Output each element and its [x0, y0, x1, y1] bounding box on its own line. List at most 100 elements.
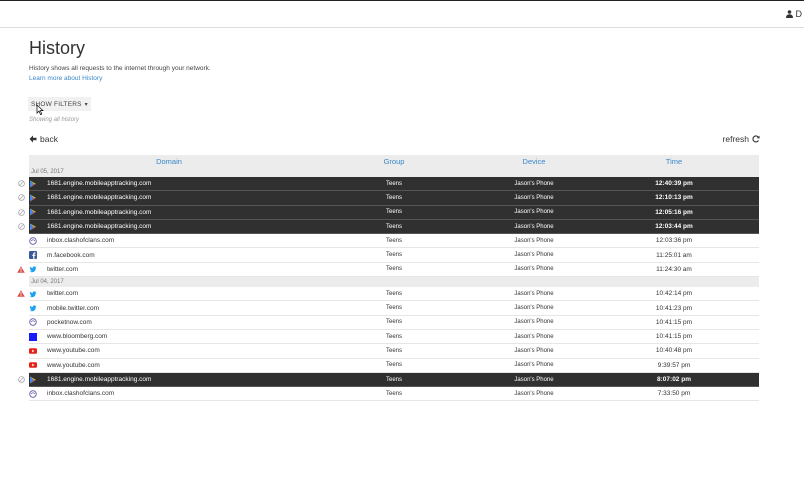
cell-time: 12:10:13 pm — [655, 194, 693, 202]
cell-domain: www.bloomberg.com — [29, 332, 309, 341]
table-row[interactable]: twitter.com Teens Jason's Phone 10:42:14 pm — [17, 287, 759, 302]
cell-time: 10:41:15 pm — [655, 333, 693, 341]
cell-time: 8:07:02 pm — [657, 376, 691, 383]
table-row[interactable]: 1681.engine.mobileapptracking.com Teens Ja… — [17, 191, 759, 206]
play-store-icon — [29, 194, 37, 202]
date-group-header: Jul 05, 2017 — [29, 167, 759, 177]
date-group-header: Jul 04, 2017 — [29, 277, 759, 288]
cell-device: Jason's Phone — [514, 252, 554, 259]
table-row[interactable]: 1681.engine.mobileapptracking.com Teens Ja… — [17, 372, 759, 388]
cell-time: 10:42:14 pm — [655, 290, 693, 298]
cell-time: 11:25:01 am — [656, 251, 692, 259]
cell-domain: 1681.engine.mobileapptracking.com — [29, 180, 309, 188]
cell-group: Teens — [385, 237, 402, 244]
cell-domain: www.youtube.com — [29, 347, 309, 355]
filter-status: Showing all history — [29, 117, 80, 123]
table-row[interactable]: www.youtube.com Teens Jason's Phone 9:39:57… — [29, 359, 759, 373]
table-row[interactable]: www.bloomberg.com Teens Jason's Phone 10:41… — [29, 330, 759, 345]
youtube-icon — [29, 361, 37, 369]
domain-text: twitter.com — [47, 290, 79, 298]
warning-icon — [17, 265, 25, 273]
table-row[interactable]: m.facebook.com Teens Jason's Phone 11:25:01… — [29, 248, 759, 263]
cell-time: 7:33:50 pm — [657, 390, 691, 398]
globe-icon — [29, 318, 37, 327]
domain-text: 1681.engine.mobileapptracking.com — [47, 376, 152, 383]
cell-group: Teens — [385, 290, 402, 297]
cell-group: Teens — [385, 333, 402, 340]
table-row[interactable]: www.youtube.com Teens Jason's Phone 10:40:4… — [29, 344, 759, 359]
cell-device: Jason's Phone — [514, 362, 554, 369]
refresh-label: refresh — [722, 134, 749, 144]
cell-time: 12:03:44 pm — [655, 223, 693, 231]
clash-icon — [29, 237, 37, 245]
cell-group: Teens — [385, 390, 402, 397]
domain-text: twitter.com — [47, 265, 79, 273]
back-link[interactable]: back — [29, 134, 58, 144]
column-header-device[interactable]: Device — [479, 157, 589, 166]
page-description: History shows all requests to the intern… — [29, 65, 211, 72]
cell-device: Jason's Phone — [514, 290, 554, 297]
cell-time: 12:03:36 pm — [655, 237, 693, 245]
domain-text: m.facebook.com — [47, 251, 95, 259]
domain-text: 1681.engine.mobileapptracking.com — [47, 180, 152, 188]
caret-down-icon: ▾ — [84, 101, 88, 108]
refresh-icon — [752, 135, 760, 143]
domain-text: www.youtube.com — [47, 347, 100, 355]
twitter-icon — [29, 290, 37, 298]
twitter-icon — [29, 304, 37, 312]
cell-device: Jason's Phone — [514, 209, 554, 216]
domain-text: inbox.clashofclans.com — [47, 237, 115, 245]
table-row[interactable]: 1681.engine.mobileapptracking.com Teens Ja… — [17, 205, 759, 220]
cell-group: Teens — [385, 209, 402, 216]
cell-domain: 1681.engine.mobileapptracking.com — [29, 223, 309, 231]
domain-text: 1681.engine.mobileapptracking.com — [47, 194, 152, 202]
facebook-icon — [29, 251, 37, 260]
cell-domain: 1681.engine.mobileapptracking.com — [29, 376, 309, 384]
cell-device: Jason's Phone — [514, 390, 554, 397]
user-initial: D — [795, 9, 803, 19]
cell-domain: twitter.com — [29, 265, 309, 273]
cell-domain: twitter.com — [29, 290, 309, 298]
cell-domain: inbox.clashofclans.com — [29, 237, 309, 245]
table-row[interactable]: inbox.clashofclans.com Teens Jason's Phone… — [29, 387, 759, 402]
domain-text: pocketnow.com — [47, 318, 92, 326]
cell-device: Jason's Phone — [514, 180, 554, 187]
column-header-time[interactable]: Time — [589, 157, 759, 166]
cell-device: Jason's Phone — [514, 194, 554, 201]
cell-group: Teens — [385, 180, 402, 187]
cell-domain: mobile.twitter.com — [29, 304, 309, 312]
mouse-cursor-icon — [36, 104, 44, 115]
table-row[interactable]: mobile.twitter.com Teens Jason's Phone 10:4… — [29, 301, 759, 316]
warning-icon — [17, 290, 25, 298]
domain-text: 1681.engine.mobileapptracking.com — [47, 223, 152, 231]
cell-device: Jason's Phone — [514, 237, 554, 244]
learn-more-link[interactable]: Learn more about History — [29, 75, 102, 82]
domain-text: 1681.engine.mobileapptracking.com — [47, 208, 152, 216]
top-bar: D — [0, 0, 804, 28]
column-header-group[interactable]: Group — [309, 157, 479, 166]
table-row[interactable]: 1681.engine.mobileapptracking.com Teens Ja… — [17, 219, 759, 235]
cell-time: 10:41:23 pm — [655, 304, 693, 312]
blocked-icon — [17, 208, 25, 216]
refresh-link[interactable]: refresh — [723, 134, 760, 144]
cell-group: Teens — [385, 319, 402, 326]
arrow-left-icon — [29, 135, 37, 143]
table-row[interactable]: twitter.com Teens Jason's Phone 11:24:30 am — [17, 263, 759, 278]
history-table: Domain Group Device Time Jul 05, 2017 168… — [17, 155, 759, 402]
cell-time: 11:24:30 am — [656, 265, 692, 273]
table-row[interactable]: pocketnow.com Teens Jason's Phone 10:41:15 … — [29, 316, 759, 330]
blocked-icon — [17, 194, 25, 202]
column-header-domain[interactable]: Domain — [29, 157, 309, 166]
domain-text: inbox.clashofclans.com — [47, 390, 115, 398]
play-store-icon — [29, 223, 37, 231]
table-header: Domain Group Device Time — [29, 155, 759, 167]
table-row[interactable]: inbox.clashofclans.com Teens Jason's Phone… — [29, 234, 759, 249]
cell-domain: 1681.engine.mobileapptracking.com — [29, 208, 309, 216]
page-title: History — [29, 38, 86, 58]
clash-icon — [29, 390, 37, 398]
cell-device: Jason's Phone — [514, 376, 554, 383]
blocked-icon — [17, 376, 25, 384]
table-row[interactable]: 1681.engine.mobileapptracking.com Teens Ja… — [17, 177, 759, 192]
cell-group: Teens — [385, 194, 402, 201]
user-menu[interactable]: D — [785, 9, 803, 19]
